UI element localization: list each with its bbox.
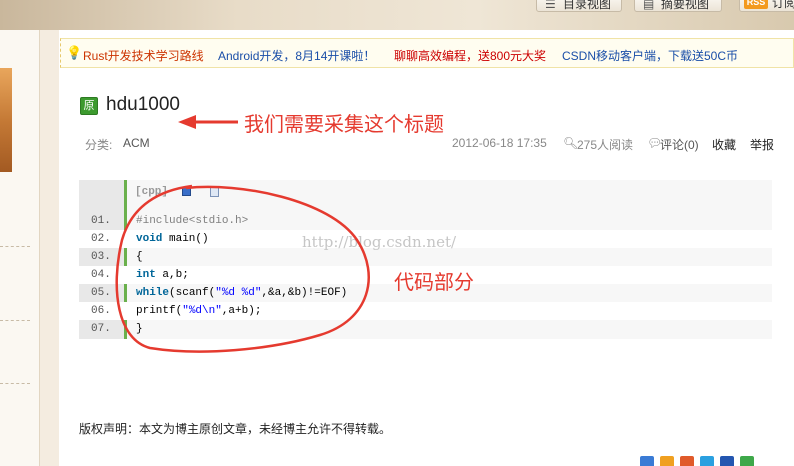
subscribe-label: 订阅	[772, 0, 794, 10]
line-number: 04.	[91, 269, 111, 281]
view-plain-icon[interactable]	[182, 187, 191, 196]
sidebar-image	[0, 68, 12, 172]
sidebar-divider	[0, 383, 30, 384]
summary-view-button[interactable]: ▤ 摘要视图	[634, 0, 722, 12]
category-link[interactable]: ACM	[123, 136, 150, 150]
share-icon[interactable]	[720, 456, 734, 466]
copyright-notice: 版权声明：本文为博主原创文章，未经博主允许不得转载。	[79, 422, 392, 436]
line-number: 02.	[91, 233, 111, 245]
lightbulb-icon: 💡	[66, 45, 83, 60]
code-text: printf("%d\n",a+b);	[136, 305, 262, 317]
post-date: 2012-06-18 17:35	[452, 136, 547, 150]
sidebar-divider	[0, 320, 30, 321]
code-annotation: 代码部分	[394, 272, 474, 294]
post-title[interactable]: hdu1000	[106, 94, 180, 116]
code-language-tag: [cpp]	[135, 186, 169, 198]
code-text: int a,b;	[136, 269, 189, 281]
list-icon: ☰	[545, 0, 556, 11]
rss-icon: RSS	[744, 0, 768, 9]
line-number: 06.	[91, 305, 111, 317]
rss-subscribe-button[interactable]: RSS 订阅	[739, 0, 794, 12]
code-text: #include<stdio.h>	[136, 215, 249, 227]
code-text: }	[136, 323, 143, 335]
summary-view-label: 摘要视图	[661, 0, 710, 11]
share-icon[interactable]	[680, 456, 694, 466]
announcement-link-mobile[interactable]: CSDN移动客户端，下载送50C币	[562, 47, 738, 64]
copy-code-icon[interactable]	[210, 186, 219, 197]
category-label: 分类:	[85, 138, 113, 152]
directory-view-button[interactable]: ☰ 目录视图	[536, 0, 622, 12]
share-bar	[640, 456, 754, 466]
line-number: 01.	[91, 215, 111, 227]
line-number: 03.	[91, 251, 111, 263]
comment-link[interactable]: 评论(0)	[660, 136, 699, 153]
directory-view-label: 目录视图	[563, 0, 612, 11]
read-count-icon: 🔍︎	[563, 136, 579, 150]
code-line: 07. }	[79, 320, 772, 338]
share-icon[interactable]	[700, 456, 714, 466]
blog-watermark: http://blog.csdn.net/	[302, 233, 457, 251]
code-text: void main()	[136, 233, 209, 245]
share-icon[interactable]	[640, 456, 654, 466]
announcement-bar: 💡 Rust开发技术学习路线 Android开发，8月14开课啦！ 聊聊高效编程…	[60, 38, 794, 68]
code-line: 06. printf("%d\n",a+b);	[79, 302, 772, 320]
original-badge: 原	[80, 97, 98, 115]
code-block: [cpp] 01. #include<stdio.h> 02. void mai…	[79, 180, 772, 339]
title-annotation: 我们需要采集这个标题	[244, 114, 444, 136]
report-link[interactable]: 举报	[750, 136, 774, 153]
share-icon[interactable]	[660, 456, 674, 466]
code-text: {	[136, 251, 143, 263]
line-number: 07.	[91, 323, 111, 335]
announcement-link-contest[interactable]: 聊聊高效编程，送800元大奖	[394, 47, 546, 64]
code-text: while(scanf("%d %d",&a,&b)!=EOF)	[136, 287, 348, 299]
sidebar-divider	[0, 246, 30, 247]
share-icon[interactable]	[740, 456, 754, 466]
announcement-link-rust[interactable]: Rust开发技术学习路线	[83, 47, 204, 64]
summary-icon: ▤	[643, 0, 655, 11]
code-line: 01. #include<stdio.h>	[79, 212, 772, 230]
line-number: 05.	[91, 287, 111, 299]
read-count: 275人阅读	[577, 138, 634, 152]
announcement-link-android[interactable]: Android开发，8月14开课啦！	[218, 47, 375, 64]
favorite-link[interactable]: 收藏	[712, 136, 736, 153]
